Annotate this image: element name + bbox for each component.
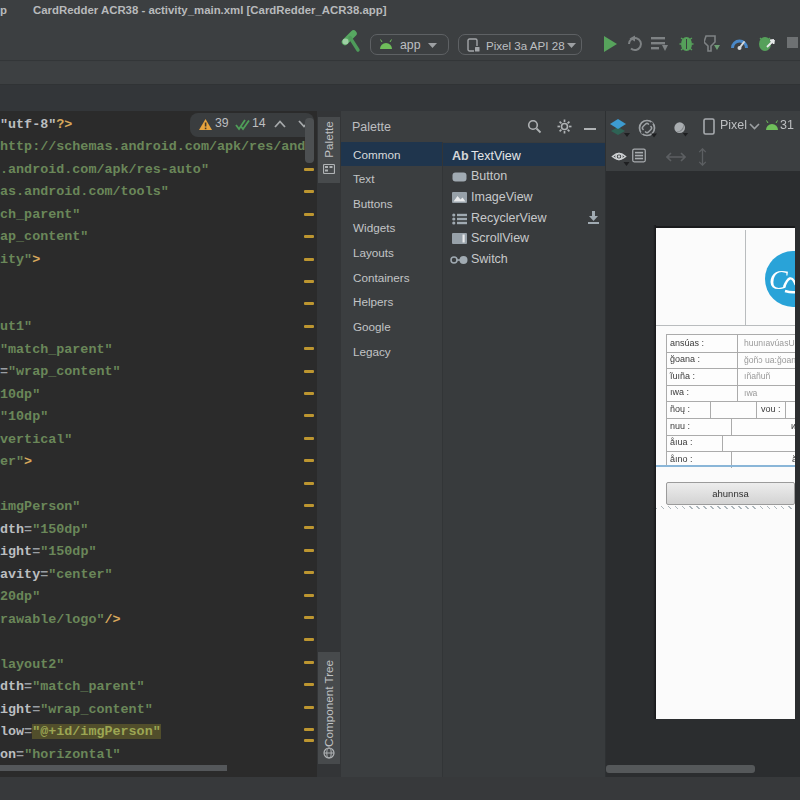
svg-text:C: C [769, 264, 788, 295]
